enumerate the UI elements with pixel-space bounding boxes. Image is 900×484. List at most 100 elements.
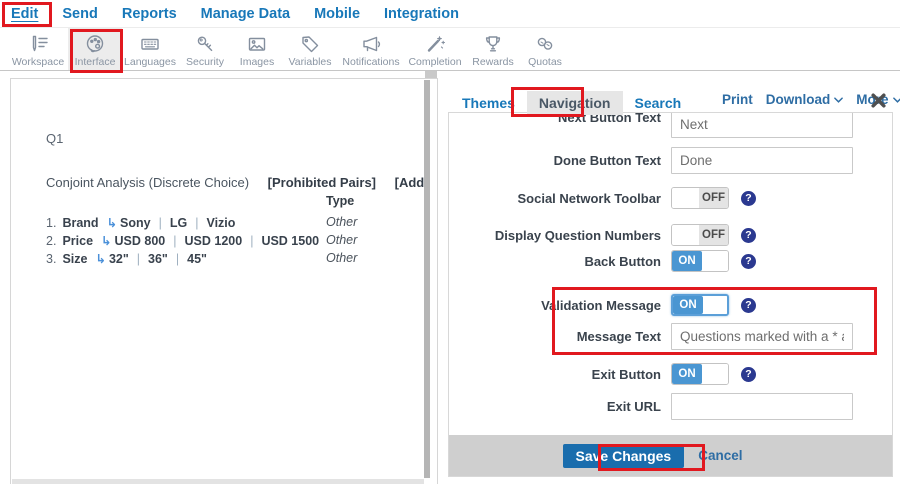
attribute-index: 1. [46, 216, 56, 230]
toolbar-item-workspace[interactable]: Workspace [8, 28, 68, 70]
keyboard-icon [139, 33, 161, 55]
add-fixed-tasks-link[interactable]: [Add Fixed Tasks] [395, 175, 425, 190]
form-row-message-text: Message Text [449, 322, 892, 350]
tag-icon [299, 33, 321, 55]
form-row-back-button: Back Button ON ? [449, 247, 892, 275]
message-text-input[interactable] [671, 323, 853, 350]
nav-item-send[interactable]: Send [62, 6, 97, 22]
attribute-row-size[interactable]: 3.Size32"36"45" Other [46, 251, 427, 267]
level-arrow-icon [95, 252, 108, 266]
tab-search[interactable]: Search [623, 91, 694, 115]
form-row-social-network-toolbar: Social Network Toolbar OFF ? [449, 184, 892, 212]
nav-item-mobile[interactable]: Mobile [314, 6, 360, 22]
toolbar-item-security[interactable]: Security [178, 28, 232, 70]
trophy-icon [482, 33, 504, 55]
help-icon[interactable]: ? [741, 254, 756, 269]
print-label: Print [722, 92, 753, 107]
level-arrow-icon [101, 234, 114, 248]
form-row-validation-message: Validation Message ON ? [449, 291, 892, 319]
scrollbar-corner [425, 71, 437, 78]
magic-wand-icon [424, 33, 446, 55]
attribute-type: Other [326, 215, 357, 229]
prohibited-pairs-link[interactable]: [Prohibited Pairs] [268, 175, 376, 190]
attribute-index: 3. [46, 252, 56, 266]
toolbar-item-languages[interactable]: Languages [122, 28, 178, 70]
toolbar-item-label: Interface [75, 56, 116, 68]
close-icon [870, 92, 887, 109]
field-label: Message Text [449, 329, 661, 344]
attribute-level: LG [151, 216, 188, 230]
toolbar-item-label: Notifications [342, 56, 399, 68]
attribute-name: Size [62, 252, 87, 266]
attribute-level: USD 1500 [242, 234, 319, 248]
save-changes-button[interactable]: Save Changes [563, 444, 685, 468]
megaphone-icon [360, 33, 382, 55]
close-panel-button[interactable] [870, 92, 887, 109]
attribute-name: Price [62, 234, 93, 248]
attribute-type: Other [326, 251, 357, 265]
exit-button-toggle[interactable]: ON [671, 363, 729, 385]
exit-url-input[interactable] [671, 393, 853, 420]
toolbar-item-interface[interactable]: Interface [68, 28, 122, 70]
survey-preview-panel: Q1 Conjoint Analysis (Discrete Choice) [… [10, 78, 438, 484]
type-column-header: Type [326, 194, 354, 208]
toggle-state-label: OFF [699, 225, 728, 245]
toggle-state-label: ON [672, 364, 702, 384]
nav-item-manage-data[interactable]: Manage Data [201, 6, 290, 22]
download-label: Download [766, 92, 831, 107]
form-row-exit-url: Exit URL [449, 392, 892, 420]
toolbar-item-notifications[interactable]: Notifications [338, 28, 404, 70]
toolbar-item-label: Quotas [528, 56, 562, 68]
back-button-toggle[interactable]: ON [671, 250, 729, 272]
field-label: Social Network Toolbar [449, 191, 661, 206]
vertical-scrollbar[interactable] [424, 80, 430, 478]
tab-themes[interactable]: Themes [450, 91, 527, 115]
attribute-index: 2. [46, 234, 56, 248]
done-button-text-input[interactable] [671, 147, 853, 174]
toolbar-item-label: Completion [408, 56, 461, 68]
tab-navigation[interactable]: Navigation [527, 91, 623, 115]
attribute-row-price[interactable]: 2.PriceUSD 800USD 1200USD 1500 Other [46, 233, 427, 249]
question-code: Q1 [46, 131, 63, 146]
attribute-level: 45" [168, 252, 207, 266]
help-icon[interactable]: ? [741, 298, 756, 313]
help-icon[interactable]: ? [741, 228, 756, 243]
nav-item-edit[interactable]: Edit [11, 6, 38, 22]
print-link[interactable]: Print [722, 92, 753, 107]
palette-icon [84, 33, 106, 55]
toolbar-item-completion[interactable]: Completion [404, 28, 466, 70]
edit-toolbar: Workspace Interface Languages Security I… [0, 28, 900, 71]
toolbar-item-label: Security [186, 56, 224, 68]
toolbar-item-label: Variables [289, 56, 332, 68]
download-menu[interactable]: Download [766, 92, 844, 107]
picture-icon [246, 33, 268, 55]
question-type-label: Conjoint Analysis (Discrete Choice) [46, 175, 249, 190]
social-network-toolbar-toggle[interactable]: OFF [671, 187, 729, 209]
cancel-link[interactable]: Cancel [698, 448, 742, 463]
toolbar-item-images[interactable]: Images [232, 28, 282, 70]
navigation-settings-form: Next Button Text Done Button Text Social… [448, 112, 893, 477]
chevron-down-icon [834, 97, 843, 103]
attribute-level: Sony [120, 216, 151, 230]
level-arrow-icon [107, 216, 120, 230]
next-button-text-input[interactable] [671, 112, 853, 138]
toolbar-item-label: Images [240, 56, 274, 68]
toolbar-item-label: Languages [124, 56, 176, 68]
attribute-level: USD 800 [115, 234, 166, 248]
field-label: Display Question Numbers [449, 228, 661, 243]
help-icon[interactable]: ? [741, 367, 756, 382]
validation-message-toggle[interactable]: ON [671, 294, 729, 316]
attribute-row-brand[interactable]: 1.BrandSonyLGVizio Other [46, 215, 427, 231]
toolbar-item-rewards[interactable]: Rewards [466, 28, 520, 70]
help-icon[interactable]: ? [741, 191, 756, 206]
nav-item-reports[interactable]: Reports [122, 6, 177, 22]
top-navbar: Edit Send Reports Manage Data Mobile Int… [0, 0, 900, 28]
toolbar-item-label: Rewards [472, 56, 513, 68]
toolbar-item-variables[interactable]: Variables [282, 28, 338, 70]
horizontal-scrollbar[interactable] [12, 479, 424, 484]
toolbar-item-quotas[interactable]: Quotas [520, 28, 570, 70]
display-question-numbers-toggle[interactable]: OFF [671, 224, 729, 246]
field-label: Back Button [449, 254, 661, 269]
attribute-level: Vizio [187, 216, 235, 230]
nav-item-integration[interactable]: Integration [384, 6, 459, 22]
